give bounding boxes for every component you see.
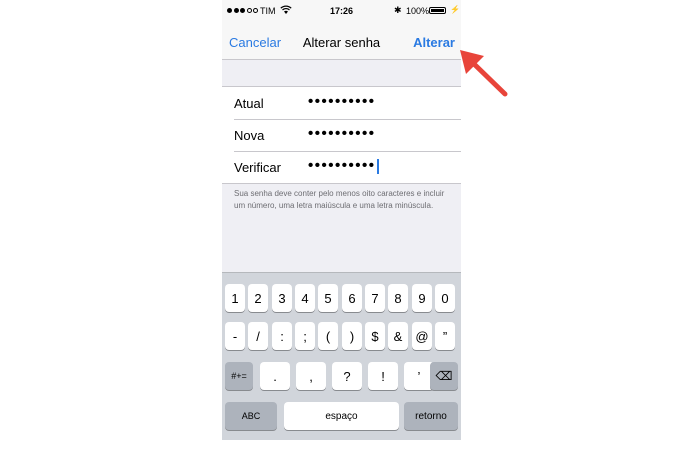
verify-password-label: Verificar [234,160,281,175]
bluetooth-icon: ✱ [394,5,402,15]
key-comma[interactable]: , [296,362,326,390]
charging-icon: ⚡ [450,5,460,14]
backspace-icon: ⌫ [435,369,453,383]
key-period[interactable]: . [260,362,290,390]
verify-password-field-wrap[interactable]: •••••••••• [308,157,379,174]
key-5[interactable]: 5 [318,284,338,312]
annotation-arrow-icon [460,50,508,97]
key-close-paren[interactable]: ) [342,322,362,350]
key-at[interactable]: @ [412,322,432,350]
battery-percentage: 100% [406,6,430,16]
battery-icon [429,7,446,14]
key-quote[interactable]: ” [435,322,455,350]
text-cursor [376,158,379,174]
key-slash[interactable]: / [248,322,268,350]
key-abc[interactable]: ABC [225,402,277,430]
new-password-label: Nova [234,128,265,143]
key-colon[interactable]: : [272,322,292,350]
backspace-key[interactable]: ⌫ [430,362,458,390]
key-0[interactable]: 0 [435,284,455,312]
key-6[interactable]: 6 [342,284,362,312]
return-key[interactable]: retorno [404,402,458,430]
key-7[interactable]: 7 [365,284,385,312]
password-form: Atual •••••••••• Nova •••••••••• Verific… [222,86,461,184]
verify-password-row[interactable]: Verificar •••••••••• [222,151,461,183]
key-dollar[interactable]: $ [365,322,385,350]
keyboard: 1 2 3 4 5 6 7 8 9 0 - / : ; ( ) $ & @ ” … [222,272,461,440]
key-exclamation[interactable]: ! [368,362,398,390]
phone-screen: TIM 17:26 ✱ 100% ⚡ Cancelar Alterar senh… [222,0,461,440]
space-key[interactable]: espaço [284,402,399,430]
navigation-bar: Cancelar Alterar senha Alterar [222,24,461,60]
key-1[interactable]: 1 [225,284,245,312]
status-bar: TIM 17:26 ✱ 100% ⚡ [222,0,461,24]
verify-password-field[interactable]: •••••••••• [308,157,376,174]
new-password-row[interactable]: Nova •••••••••• [222,119,461,151]
key-3[interactable]: 3 [272,284,292,312]
key-hyphen[interactable]: - [225,322,245,350]
key-semicolon[interactable]: ; [295,322,315,350]
current-password-row[interactable]: Atual •••••••••• [222,87,461,119]
current-password-field[interactable]: •••••••••• [308,93,376,110]
key-question[interactable]: ? [332,362,362,390]
key-8[interactable]: 8 [388,284,408,312]
key-4[interactable]: 4 [295,284,315,312]
key-9[interactable]: 9 [412,284,432,312]
new-password-field[interactable]: •••••••••• [308,125,376,142]
password-requirements-hint: Sua senha deve conter pelo menos oito ca… [234,189,445,210]
key-open-paren[interactable]: ( [318,322,338,350]
current-password-label: Atual [234,96,264,111]
change-password-button[interactable]: Alterar [413,35,455,50]
key-more-symbols[interactable]: #+= [225,362,253,390]
key-ampersand[interactable]: & [388,322,408,350]
key-2[interactable]: 2 [248,284,268,312]
